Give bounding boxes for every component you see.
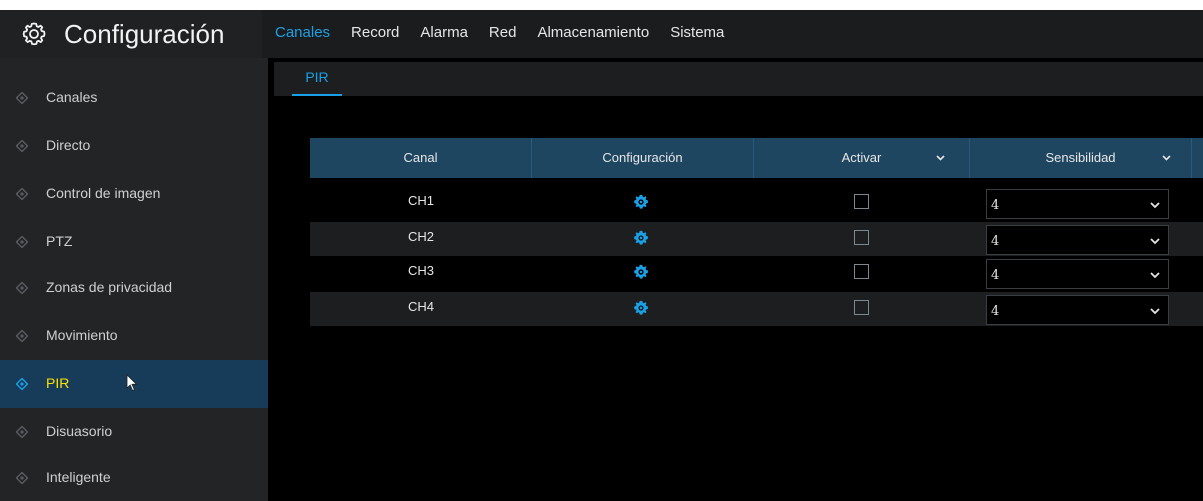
sidebar-item-label: Directo — [46, 137, 91, 153]
sensibilidad-select[interactable]: 4 — [986, 189, 1169, 219]
sidebar-item-movimiento[interactable]: Movimiento — [0, 312, 268, 360]
chevron-down-icon — [1150, 202, 1160, 209]
sidebar-item-label: Canales — [46, 89, 98, 105]
diamond-icon — [16, 330, 28, 342]
gear-icon[interactable] — [22, 22, 46, 46]
channel-cell: CH2 — [407, 229, 434, 244]
sensibilidad-select[interactable]: 4 — [986, 259, 1169, 289]
header-bar: Configuración Canales Record Alarma Red … — [0, 10, 1203, 58]
sidebar: Canales Directo Control de imagen PTZ Zo… — [0, 58, 268, 501]
select-value: 4 — [991, 268, 1000, 283]
gear-icon[interactable] — [633, 194, 649, 210]
activar-cell — [754, 186, 970, 220]
diamond-icon — [16, 236, 28, 248]
sidebar-item-label: PIR — [46, 375, 70, 391]
activar-cell — [754, 256, 970, 290]
diamond-icon — [16, 378, 28, 390]
chevron-down-icon — [1150, 238, 1160, 245]
tab-almacenamiento[interactable]: Almacenamiento — [537, 10, 649, 58]
activar-checkbox[interactable] — [854, 264, 869, 279]
diamond-icon — [16, 472, 28, 484]
tab-pir[interactable]: PIR — [292, 62, 342, 96]
sensibilidad-select[interactable]: 4 — [986, 295, 1169, 325]
column-header-activar[interactable]: Activar — [754, 138, 970, 178]
tab-pir-label: PIR — [305, 69, 329, 85]
chevron-down-icon — [1150, 272, 1160, 279]
sidebar-item-label: Zonas de privacidad — [46, 279, 173, 295]
diamond-icon — [16, 92, 28, 104]
activar-checkbox[interactable] — [854, 194, 869, 209]
diamond-icon — [16, 426, 28, 438]
activar-cell — [754, 292, 970, 326]
chevron-down-icon — [1150, 308, 1160, 315]
sidebar-item-label: Control de imagen — [46, 185, 161, 201]
channel-cell: CH4 — [407, 299, 434, 314]
activar-checkbox[interactable] — [854, 300, 869, 315]
activar-cell — [754, 222, 970, 256]
chevron-down-icon — [936, 155, 945, 161]
sidebar-item-directo[interactable]: Directo — [0, 122, 268, 170]
column-header-canal: Canal — [310, 138, 532, 178]
diamond-icon — [16, 282, 28, 294]
settings-cell — [532, 256, 754, 290]
tab-canales[interactable]: Canales — [275, 10, 330, 58]
column-header-sensibilidad-label: Sensibilidad — [1045, 150, 1116, 165]
channel-cell: CH1 — [407, 193, 434, 208]
tab-alarma[interactable]: Alarma — [420, 10, 468, 58]
sidebar-item-ptz[interactable]: PTZ — [0, 218, 268, 266]
sub-tab-bar: PIR — [274, 62, 1203, 96]
brand: Configuración — [0, 10, 262, 58]
sensibilidad-cell: 4 — [986, 222, 1169, 256]
sidebar-item-label: PTZ — [46, 233, 73, 249]
top-nav: Canales Record Alarma Red Almacenamiento… — [275, 10, 745, 58]
column-header-activar-label: Activar — [841, 150, 882, 165]
sidebar-item-canales[interactable]: Canales — [0, 74, 268, 122]
diamond-icon — [16, 188, 28, 200]
table-header: Canal Configuración Activar Sensibilidad — [310, 138, 1203, 178]
sensibilidad-select[interactable]: 4 — [986, 225, 1169, 255]
tab-underline — [292, 94, 342, 96]
sensibilidad-cell: 4 — [986, 292, 1169, 326]
chevron-down-icon — [1162, 155, 1171, 161]
sidebar-item-control-de-imagen[interactable]: Control de imagen — [0, 170, 268, 218]
app-window: Configuración Canales Record Alarma Red … — [0, 10, 1203, 501]
sidebar-item-inteligente[interactable]: Inteligente — [0, 454, 268, 501]
gear-icon[interactable] — [633, 300, 649, 316]
tab-record[interactable]: Record — [351, 10, 399, 58]
sidebar-item-label: Movimiento — [46, 327, 118, 343]
sidebar-item-label: Inteligente — [46, 469, 111, 485]
mouse-pointer-icon — [126, 374, 138, 392]
select-value: 4 — [991, 198, 1000, 213]
channel-cell: CH3 — [407, 263, 434, 278]
sidebar-item-label: Disuasorio — [46, 423, 113, 439]
sensibilidad-cell: 4 — [986, 186, 1169, 220]
table-row: CH1 4 — [310, 186, 1203, 220]
gear-icon[interactable] — [633, 230, 649, 246]
sidebar-item-disuasorio[interactable]: Disuasorio — [0, 408, 268, 456]
page-title: Configuración — [64, 19, 225, 49]
column-header-configuracion: Configuración — [532, 138, 754, 178]
settings-cell — [532, 292, 754, 326]
settings-cell — [532, 222, 754, 256]
gear-icon[interactable] — [633, 264, 649, 280]
table-row: CH2 4 — [310, 222, 1203, 256]
sidebar-item-pir[interactable]: PIR — [0, 360, 268, 408]
activar-checkbox[interactable] — [854, 230, 869, 245]
select-value: 4 — [991, 234, 1000, 249]
tab-sistema[interactable]: Sistema — [670, 10, 724, 58]
table-row: CH4 4 — [310, 292, 1203, 326]
tab-red[interactable]: Red — [489, 10, 517, 58]
sidebar-item-zonas-de-privacidad[interactable]: Zonas de privacidad — [0, 264, 268, 312]
sensibilidad-cell: 4 — [986, 256, 1169, 290]
select-value: 4 — [991, 304, 1000, 319]
diamond-icon — [16, 140, 28, 152]
settings-cell — [532, 186, 754, 220]
table-row: CH3 4 — [310, 256, 1203, 290]
column-header-sensibilidad[interactable]: Sensibilidad — [970, 138, 1192, 178]
